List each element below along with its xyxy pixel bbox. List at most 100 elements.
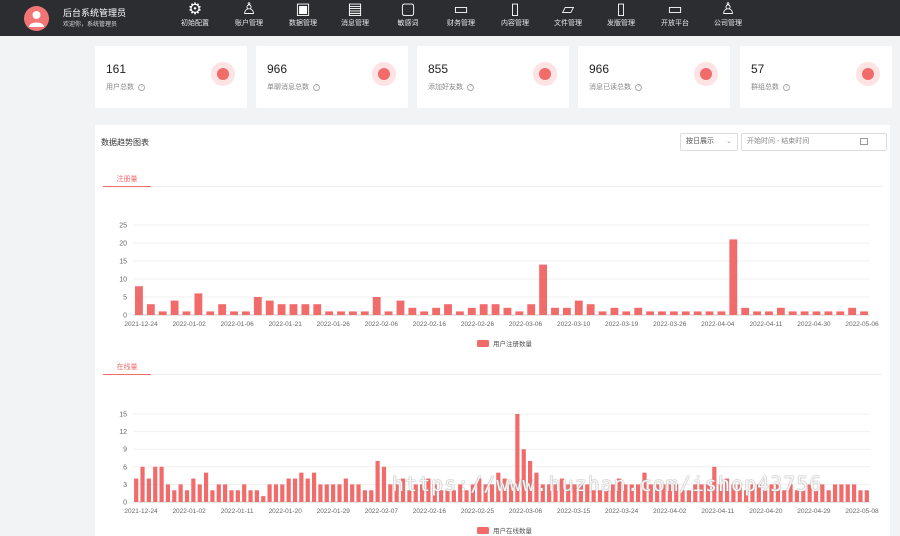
wallet-icon: ▭ (453, 1, 469, 18)
stat-label-text: 添加好友数 (428, 84, 463, 91)
bar (741, 307, 750, 315)
y-tick-label: 6 (123, 464, 127, 471)
x-tick-label: 2022-03-19 (605, 321, 639, 328)
nav-item-9[interactable]: ▭ 开放平台 (650, 2, 700, 32)
legend-swatch (477, 527, 489, 534)
nav-item-label: 文件管理 (554, 20, 582, 27)
nav-item-label: 发版管理 (607, 20, 635, 27)
bar (146, 478, 151, 502)
stat-card: 966 消息已读总数? (578, 46, 730, 108)
bar (574, 300, 583, 315)
x-tick-label: 2022-02-26 (461, 321, 495, 328)
bar (634, 307, 643, 315)
x-tick-label: 2022-03-06 (509, 508, 543, 515)
nav-item-6[interactable]: ▯ 内容管理 (490, 2, 540, 32)
bar (369, 490, 374, 502)
bar (210, 490, 215, 502)
x-tick-label: 2022-01-29 (317, 508, 351, 515)
range-select[interactable]: 按日展示 ⌄ (680, 133, 738, 151)
tab-divider (151, 186, 883, 187)
bar (277, 304, 286, 315)
bar (776, 307, 785, 315)
nav-item-5[interactable]: ▭ 财务管理 (436, 1, 486, 32)
bar (372, 297, 381, 315)
bar (562, 307, 571, 315)
bar (646, 311, 655, 315)
nav-item-label: 数据管理 (289, 20, 317, 27)
bar (203, 472, 209, 502)
stat-icon-dot (539, 68, 551, 80)
x-tick-label: 2022-04-30 (797, 321, 831, 328)
nav-item-8[interactable]: ▯ 发版管理 (596, 2, 646, 32)
stat-label: 群组总数? (751, 82, 790, 92)
stat-label-text: 群组总数 (751, 84, 779, 91)
bar (267, 484, 272, 502)
bar (455, 311, 464, 315)
nav-item-7[interactable]: ▱ 文件管理 (543, 1, 593, 32)
stat-icon-dot (700, 68, 712, 80)
x-tick-label: 2022-03-15 (557, 508, 591, 515)
bar (343, 478, 348, 502)
stat-card: 855 添加好友数? (417, 46, 569, 108)
bar (348, 311, 357, 315)
nav-item-2[interactable]: ▣ 数据管理 (278, 2, 328, 32)
nav-item-1[interactable]: ♙ 账户管理 (224, 2, 274, 32)
main-nav: ⚙ 初始配置 ♙ 账户管理 ▣ 数据管理 ▤ 消息管理 ▢ 敏感词 ▭ 财务管理 ▯ 内容管理 ▱ 文件管理 ▯… (170, 0, 890, 36)
x-tick-label: 2022-05-08 (845, 508, 879, 515)
y-tick-label: 3 (123, 482, 127, 489)
help-icon[interactable]: ? (138, 83, 145, 91)
legend-label: 用户在线数量 (493, 526, 533, 535)
nav-item-label: 公司管理 (714, 20, 742, 27)
stat-label: 添加好友数? (428, 82, 474, 92)
x-tick-label: 2022-01-02 (172, 321, 206, 328)
folder-icon: ▱ (561, 1, 575, 18)
bar (197, 484, 202, 502)
stat-label-text: 消息已读总数 (589, 84, 631, 91)
legend-label: 用户注册数量 (493, 339, 533, 348)
x-tick-label: 2022-04-11 (749, 321, 782, 328)
bar (360, 311, 369, 315)
help-icon[interactable]: ? (313, 83, 320, 91)
help-icon[interactable]: ? (467, 83, 474, 91)
bar (254, 490, 259, 502)
panel-title: 数据趋势图表 (101, 138, 149, 147)
x-tick-label: 2022-03-06 (509, 321, 543, 328)
tab-register[interactable]: 注册量 (103, 174, 151, 184)
date-range-input[interactable]: 开始时间 - 结束时间 (741, 133, 887, 151)
stat-label: 用户总数? (106, 82, 145, 92)
chat-icon (372, 62, 396, 86)
bar (206, 311, 215, 315)
bar (350, 484, 355, 502)
x-tick-label: 2022-04-02 (653, 508, 687, 515)
nav-item-label: 初始配置 (181, 20, 209, 27)
bar (503, 307, 512, 315)
group-icon (856, 62, 880, 86)
nav-item-0[interactable]: ⚙ 初始配置 (170, 2, 220, 32)
stat-value: 855 (428, 62, 449, 76)
bar (362, 490, 367, 502)
bar (337, 484, 342, 502)
bar (286, 478, 291, 502)
admin-title: 后台系统管理员 (63, 8, 127, 18)
bar (191, 478, 196, 502)
bar (622, 311, 631, 315)
nav-item-3[interactable]: ▤ 消息管理 (330, 2, 380, 32)
bar (539, 264, 548, 315)
bar (753, 311, 761, 315)
bar (765, 311, 773, 315)
tab-online[interactable]: 在线量 (103, 362, 151, 372)
y-tick-label: 25 (119, 223, 127, 230)
stat-icon-dot (862, 68, 874, 80)
help-icon[interactable]: ? (635, 83, 642, 91)
nav-item-4[interactable]: ▢ 敏感词 (383, 2, 433, 32)
nav-item-label: 内容管理 (501, 20, 529, 27)
nav-item-10[interactable]: ♙ 公司管理 (703, 2, 753, 32)
avatar[interactable] (24, 6, 49, 31)
y-tick-label: 15 (119, 259, 127, 266)
tab-online-underline (103, 374, 151, 375)
x-tick-label: 2022-04-11 (701, 508, 734, 515)
calendar-icon (860, 138, 868, 145)
help-icon[interactable]: ? (783, 83, 790, 91)
bar (800, 311, 809, 315)
stat-value: 966 (267, 62, 288, 76)
